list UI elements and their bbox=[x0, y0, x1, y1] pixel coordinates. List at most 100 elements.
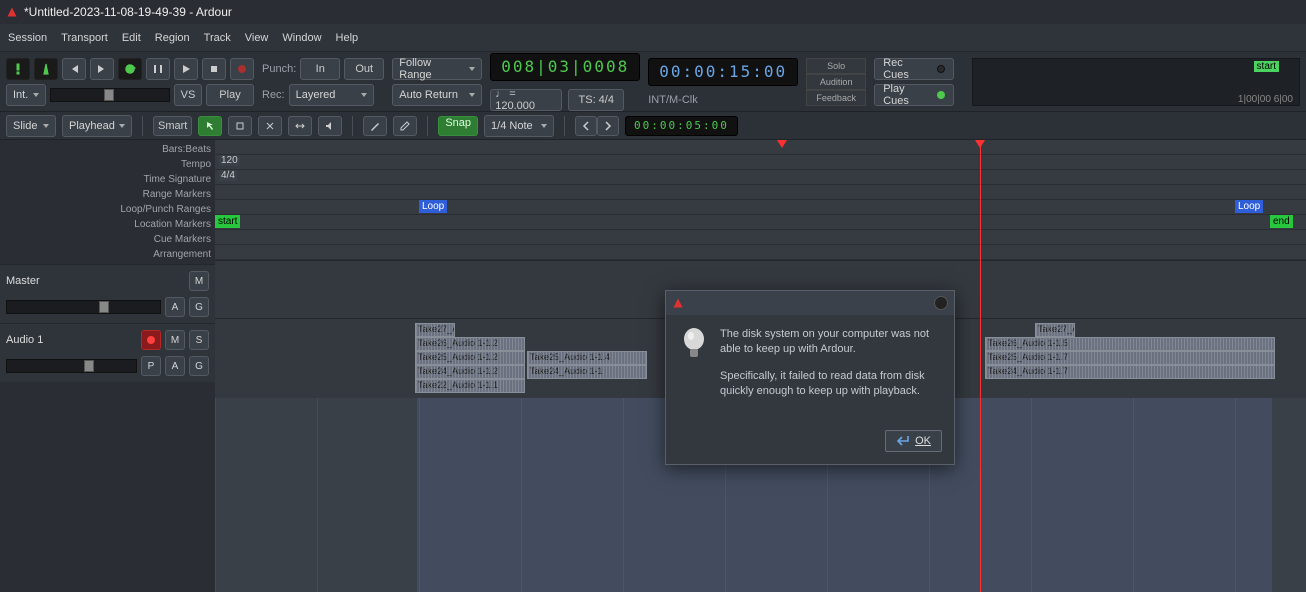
feedback-alert[interactable]: Feedback bbox=[806, 90, 866, 106]
main-toolbar: Int. VS Play Punch: In Out Rec: Layered … bbox=[0, 52, 1306, 112]
nudge-forward-button[interactable] bbox=[597, 116, 619, 136]
tempo-button[interactable]: ♩ = 120.000 bbox=[490, 89, 562, 111]
end-location-marker[interactable]: end bbox=[1270, 215, 1293, 228]
audition-tool-button[interactable] bbox=[318, 116, 342, 136]
auto-return-dropdown[interactable]: Auto Return bbox=[392, 84, 482, 106]
dialog-titlebar[interactable] bbox=[666, 291, 954, 315]
rec-cues-button[interactable]: Rec Cues bbox=[874, 58, 954, 80]
punch-label: Punch: bbox=[262, 63, 296, 75]
audio1-mute-button[interactable]: M bbox=[165, 330, 185, 350]
region[interactable]: Take22_Audio 1-1.1 bbox=[415, 379, 525, 393]
shuttle-slider[interactable] bbox=[50, 88, 170, 102]
audio1-track-header[interactable]: Audio 1 M S P A G bbox=[0, 323, 215, 382]
menu-session[interactable]: Session bbox=[8, 32, 47, 44]
audio1-rec-button[interactable] bbox=[141, 330, 161, 350]
audio1-track-name[interactable]: Audio 1 bbox=[6, 334, 137, 346]
audio1-solo-button[interactable]: S bbox=[189, 330, 209, 350]
ruler-cue-label: Cue Markers bbox=[154, 232, 211, 247]
region[interactable]: Take27_A bbox=[415, 323, 455, 337]
range-start-wedge bbox=[777, 140, 787, 148]
region[interactable]: Take24_Audio 1-1 bbox=[527, 365, 647, 379]
back-arrow-icon bbox=[896, 435, 910, 447]
region[interactable]: Take24_Audio 1-1.7 bbox=[985, 365, 1275, 379]
menu-bar: Session Transport Edit Region Track View… bbox=[0, 24, 1306, 52]
stretch-tool-button[interactable] bbox=[288, 116, 312, 136]
audio1-automation-button[interactable]: A bbox=[165, 356, 185, 376]
edit-tool-button[interactable] bbox=[393, 116, 417, 136]
loop-start-marker[interactable]: Loop bbox=[419, 200, 447, 213]
snap-grid-dropdown[interactable]: 1/4 Note bbox=[484, 115, 554, 137]
menu-help[interactable]: Help bbox=[336, 32, 359, 44]
grab-tool-button[interactable] bbox=[198, 116, 222, 136]
audio1-group-button[interactable]: G bbox=[189, 356, 209, 376]
goto-start-button[interactable] bbox=[62, 58, 86, 80]
range-tool-button[interactable] bbox=[228, 116, 252, 136]
play-button[interactable] bbox=[174, 58, 198, 80]
punch-in-button[interactable]: In bbox=[300, 58, 340, 80]
follow-range-dropdown[interactable]: Follow Range bbox=[392, 58, 482, 80]
stop-button[interactable] bbox=[202, 58, 226, 80]
region[interactable]: Take26_Audio 1-1.2 bbox=[415, 337, 525, 351]
playhead[interactable] bbox=[980, 140, 981, 592]
timesig-marker[interactable]: 4/4 bbox=[219, 170, 237, 181]
edit-mode-dropdown[interactable]: Slide bbox=[6, 115, 56, 137]
region[interactable]: Take25_Audio 1-1.2 bbox=[415, 351, 525, 365]
tempo-marker[interactable]: 120 bbox=[219, 155, 240, 166]
draw-tool-button[interactable] bbox=[363, 116, 387, 136]
start-location-marker[interactable]: start bbox=[215, 215, 240, 228]
alert-pills: Solo Audition Feedback bbox=[806, 58, 866, 106]
ruler-timesig-label: Time Signature bbox=[144, 172, 211, 187]
ruler-tempo-label: Tempo bbox=[181, 157, 211, 172]
audition-alert[interactable]: Audition bbox=[806, 74, 866, 90]
menu-track[interactable]: Track bbox=[204, 32, 231, 44]
timesig-button[interactable]: TS: 4/4 bbox=[568, 89, 624, 111]
summary-view[interactable]: start 1|00|00 6|00 bbox=[972, 58, 1300, 106]
nudge-clock[interactable]: 00:00:05:00 bbox=[625, 116, 738, 136]
sync-label: INT/M-Clk bbox=[648, 94, 698, 106]
ruler-range-label: Range Markers bbox=[143, 187, 211, 202]
master-track-name[interactable]: Master bbox=[6, 275, 185, 287]
dialog-close-button[interactable] bbox=[934, 296, 948, 310]
menu-region[interactable]: Region bbox=[155, 32, 190, 44]
region[interactable]: Take24_Audio 1-1.2 bbox=[415, 365, 525, 379]
sync-source-dropdown[interactable]: Int. bbox=[6, 84, 46, 106]
menu-window[interactable]: Window bbox=[282, 32, 321, 44]
menu-view[interactable]: View bbox=[245, 32, 269, 44]
audio1-fader[interactable] bbox=[6, 359, 137, 373]
master-automation-button[interactable]: A bbox=[165, 297, 185, 317]
master-group-button[interactable]: G bbox=[189, 297, 209, 317]
region[interactable]: Take25_Audio 1-1.4 bbox=[527, 351, 647, 365]
region[interactable]: Take27_A bbox=[1035, 323, 1075, 337]
dialog-ok-button[interactable]: OK bbox=[885, 430, 942, 452]
play-label-button[interactable]: Play bbox=[206, 84, 254, 106]
menu-transport[interactable]: Transport bbox=[61, 32, 108, 44]
secondary-clock-timecode[interactable]: 00:00:15:00 bbox=[648, 58, 798, 86]
metronome-button[interactable] bbox=[34, 58, 58, 80]
loop-button[interactable] bbox=[118, 58, 142, 80]
master-track-header[interactable]: Master M A G bbox=[0, 264, 215, 323]
nudge-back-button[interactable] bbox=[575, 116, 597, 136]
rec-mode-dropdown[interactable]: Layered bbox=[289, 84, 374, 106]
info-bulb-icon bbox=[680, 327, 708, 363]
loop-end-marker[interactable]: Loop bbox=[1235, 200, 1263, 213]
record-button[interactable] bbox=[230, 58, 254, 80]
solo-alert[interactable]: Solo bbox=[806, 58, 866, 74]
cut-tool-button[interactable] bbox=[258, 116, 282, 136]
master-fader[interactable] bbox=[6, 300, 161, 314]
menu-edit[interactable]: Edit bbox=[122, 32, 141, 44]
varispeed-button[interactable]: VS bbox=[174, 84, 202, 106]
edit-point-dropdown[interactable]: Playhead bbox=[62, 115, 132, 137]
window-titlebar: *Untitled-2023-11-08-19-49-39 - Ardour bbox=[0, 0, 1306, 24]
region[interactable]: Take25_Audio 1-1.7 bbox=[985, 351, 1275, 365]
play-cues-button[interactable]: Play Cues bbox=[874, 84, 954, 106]
punch-out-button[interactable]: Out bbox=[344, 58, 384, 80]
master-mute-button[interactable]: M bbox=[189, 271, 209, 291]
region[interactable]: Take26_Audio 1-1.5 bbox=[985, 337, 1275, 351]
midi-panic-button[interactable] bbox=[6, 58, 30, 80]
audio1-playlist-button[interactable]: P bbox=[141, 356, 161, 376]
smart-mode-button[interactable]: Smart bbox=[153, 116, 192, 136]
primary-clock-bbt[interactable]: 008|03|0008 bbox=[490, 53, 640, 81]
play-range-button[interactable] bbox=[146, 58, 170, 80]
goto-end-button[interactable] bbox=[90, 58, 114, 80]
snap-toggle[interactable]: Snap bbox=[438, 116, 478, 136]
